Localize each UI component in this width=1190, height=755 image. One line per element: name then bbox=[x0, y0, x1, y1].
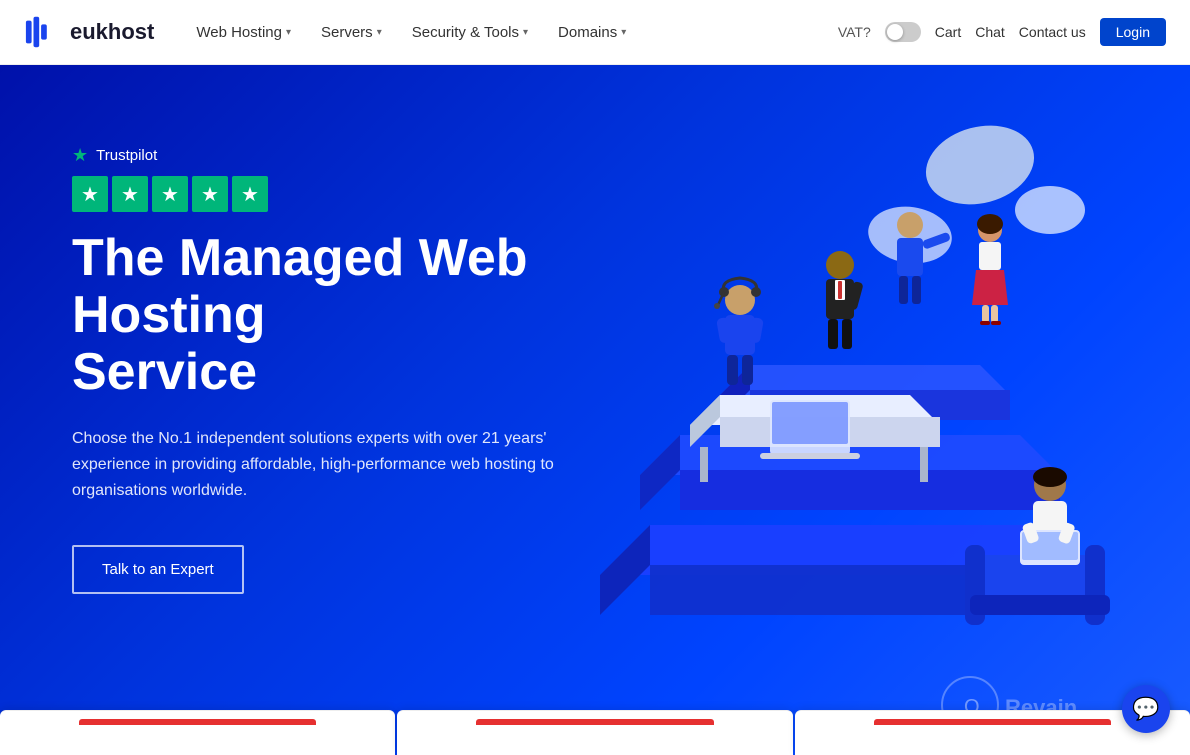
card-red-bar-2 bbox=[476, 719, 713, 725]
nav-web-hosting[interactable]: Web Hosting ▾ bbox=[184, 18, 303, 47]
nav-domains-label: Domains bbox=[558, 24, 617, 41]
web-hosting-chevron-icon: ▾ bbox=[286, 27, 291, 38]
hero-section: ★ Trustpilot ★ ★ ★ ★ ★ The Managed Web H… bbox=[0, 65, 1190, 755]
hero-content: ★ Trustpilot ★ ★ ★ ★ ★ The Managed Web H… bbox=[0, 65, 620, 654]
talk-to-expert-button[interactable]: Talk to an Expert bbox=[72, 545, 244, 594]
star-2: ★ bbox=[112, 176, 148, 212]
navbar: eukhost Web Hosting ▾ Servers ▾ Security… bbox=[0, 0, 1190, 65]
nav-security-tools[interactable]: Security & Tools ▾ bbox=[400, 18, 540, 47]
vat-toggle[interactable] bbox=[885, 22, 921, 42]
star-rating: ★ ★ ★ ★ ★ bbox=[72, 176, 620, 212]
card-red-bar-3 bbox=[874, 719, 1111, 725]
chat-link[interactable]: Chat bbox=[975, 24, 1005, 40]
star-5: ★ bbox=[232, 176, 268, 212]
bottom-card-1 bbox=[0, 710, 395, 755]
trustpilot-label: Trustpilot bbox=[96, 147, 157, 164]
bottom-card-2 bbox=[397, 710, 792, 755]
nav-servers[interactable]: Servers ▾ bbox=[309, 18, 394, 47]
vat-toggle-knob bbox=[887, 24, 903, 40]
hero-title: The Managed Web Hosting Service bbox=[72, 230, 620, 402]
star-4: ★ bbox=[192, 176, 228, 212]
nav-links: Web Hosting ▾ Servers ▾ Security & Tools… bbox=[184, 18, 837, 47]
logo-icon bbox=[24, 13, 62, 51]
chat-widget-button[interactable]: 💬 bbox=[1122, 685, 1170, 733]
trustpilot-badge: ★ Trustpilot bbox=[72, 145, 620, 166]
nav-domains[interactable]: Domains ▾ bbox=[546, 18, 638, 47]
star-3: ★ bbox=[152, 176, 188, 212]
hero-illustration: Q Revain bbox=[540, 65, 1190, 755]
star-1: ★ bbox=[72, 176, 108, 212]
contact-link[interactable]: Contact us bbox=[1019, 24, 1086, 40]
card-red-bar-1 bbox=[79, 719, 316, 725]
cart-link[interactable]: Cart bbox=[935, 24, 961, 40]
vat-label: VAT? bbox=[838, 24, 871, 40]
nav-right: VAT? Cart Chat Contact us Login bbox=[838, 18, 1166, 46]
servers-chevron-icon: ▾ bbox=[377, 27, 382, 38]
logo-text: eukhost bbox=[70, 19, 154, 45]
bottom-cards-preview bbox=[0, 710, 1190, 755]
trustpilot-star-icon: ★ bbox=[72, 145, 88, 166]
domains-chevron-icon: ▾ bbox=[621, 27, 626, 38]
logo[interactable]: eukhost bbox=[24, 13, 154, 51]
hero-description: Choose the No.1 independent solutions ex… bbox=[72, 426, 602, 505]
nav-security-tools-label: Security & Tools bbox=[412, 24, 519, 41]
security-tools-chevron-icon: ▾ bbox=[523, 27, 528, 38]
login-button[interactable]: Login bbox=[1100, 18, 1166, 46]
nav-web-hosting-label: Web Hosting bbox=[196, 24, 282, 41]
chat-bubble-icon: 💬 bbox=[1132, 696, 1159, 722]
nav-servers-label: Servers bbox=[321, 24, 373, 41]
